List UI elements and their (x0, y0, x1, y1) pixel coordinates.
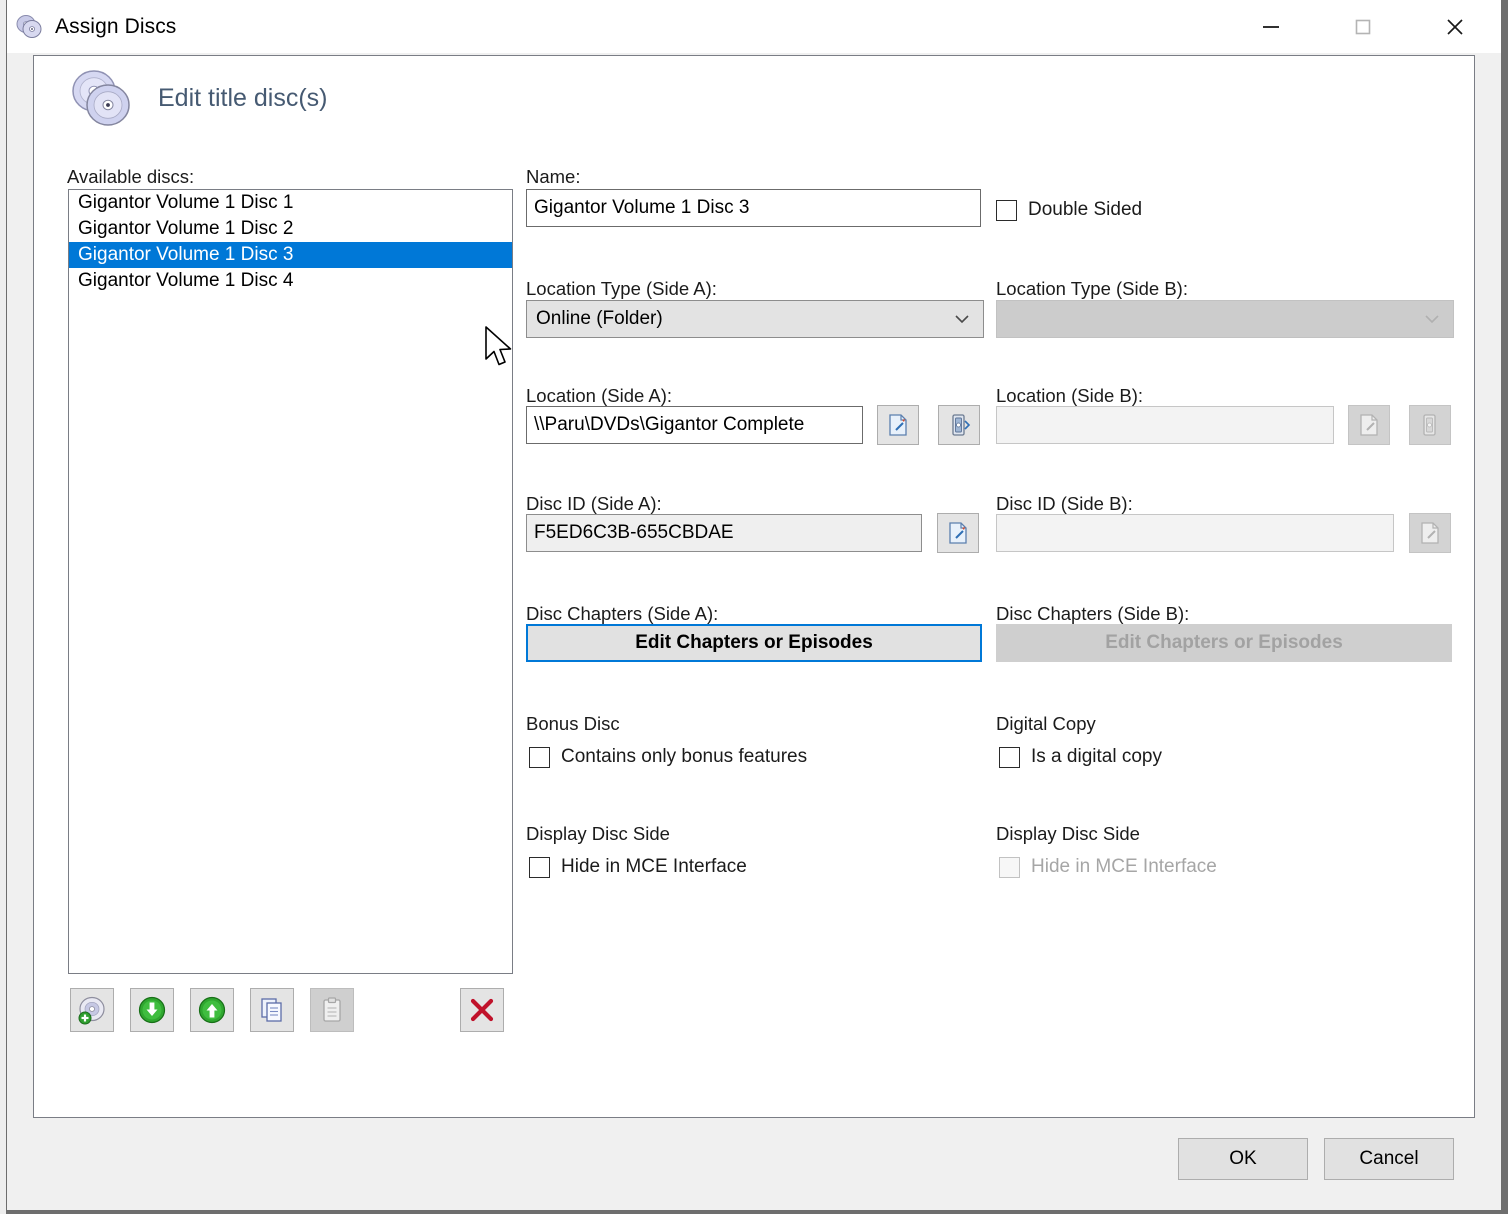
hide-mce-b-label: Hide in MCE Interface (1031, 856, 1217, 877)
edit-chapters-a-button[interactable]: Edit Chapters or Episodes (526, 624, 982, 662)
page-title: Edit title disc(s) (158, 83, 328, 112)
read-disc-id-a-button[interactable] (937, 513, 979, 553)
location-type-b-select (996, 300, 1454, 338)
disc-id-a-label: Disc ID (Side A): (526, 493, 662, 514)
bonus-disc-label: Bonus Disc (526, 713, 620, 734)
two-discs-icon (72, 70, 130, 126)
paste-button (310, 988, 354, 1032)
chapters-a-label: Disc Chapters (Side A): (526, 603, 719, 624)
browse-location-a-button[interactable] (877, 405, 919, 445)
disc-drive-icon (952, 414, 971, 436)
hide-mce-b-checkbox (999, 856, 1020, 878)
name-input[interactable]: Gigantor Volume 1 Disc 3 (526, 189, 981, 227)
list-item[interactable]: Gigantor Volume 1 Disc 4 (69, 268, 512, 294)
hide-mce-a-checkbox-row[interactable]: Hide in MCE Interface (529, 856, 747, 878)
location-type-a-label: Location Type (Side A): (526, 278, 717, 299)
arrow-up-circle-icon (198, 996, 226, 1024)
chapters-b-label: Disc Chapters (Side B): (996, 603, 1190, 624)
double-sided-checkbox-row[interactable]: Double Sided (996, 199, 1142, 221)
dialog-body: Edit title disc(s) Available discs: Giga… (7, 53, 1501, 1210)
panel-header: Edit title disc(s) (68, 64, 327, 132)
digital-copy-label: Digital Copy (996, 713, 1096, 734)
browse-folder-icon (949, 522, 967, 544)
disc-id-b-input (996, 514, 1394, 552)
arrow-down-circle-icon (138, 996, 166, 1024)
ok-button[interactable]: OK (1178, 1138, 1308, 1180)
digital-copy-checkbox[interactable] (999, 746, 1020, 768)
display-disc-side-a-label: Display Disc Side (526, 823, 670, 844)
location-type-a-select[interactable]: Online (Folder) (526, 300, 984, 338)
maximize-button[interactable] (1317, 0, 1409, 53)
window-title: Assign Discs (55, 14, 177, 38)
location-type-a-value: Online (Folder) (536, 308, 663, 329)
disc-id-a-input[interactable]: F5ED6C3B-655CBDAE (526, 514, 922, 552)
location-b-input (996, 406, 1334, 444)
main-panel: Edit title disc(s) Available discs: Giga… (33, 55, 1475, 1118)
copy-button[interactable] (250, 988, 294, 1032)
move-up-button[interactable] (190, 988, 234, 1032)
close-icon (1447, 18, 1463, 35)
discs-icon (16, 14, 42, 38)
add-disc-button[interactable] (70, 988, 114, 1032)
edit-chapters-b-button: Edit Chapters or Episodes (996, 624, 1452, 662)
assign-discs-window: Assign Discs Edit title disc(s) Availabl… (6, 0, 1502, 1211)
hide-mce-a-label: Hide in MCE Interface (561, 856, 747, 877)
double-sided-label: Double Sided (1028, 199, 1143, 220)
maximize-icon (1355, 19, 1371, 34)
chevron-down-icon (953, 301, 971, 337)
list-item[interactable]: Gigantor Volume 1 Disc 3 (69, 242, 512, 268)
list-item[interactable]: Gigantor Volume 1 Disc 2 (69, 216, 512, 242)
minimize-button[interactable] (1225, 0, 1317, 53)
list-item[interactable]: Gigantor Volume 1 Disc 1 (69, 190, 512, 216)
delete-button[interactable] (460, 988, 504, 1032)
cancel-button[interactable]: Cancel (1324, 1138, 1454, 1180)
clipboard-paste-icon (323, 997, 341, 1022)
browse-folder-icon (889, 414, 907, 436)
bonus-features-label: Contains only bonus features (561, 746, 808, 767)
read-disc-id-b-button (1409, 513, 1451, 553)
scan-location-b-button (1409, 405, 1451, 445)
move-down-button[interactable] (130, 988, 174, 1032)
red-x-icon (470, 998, 494, 1022)
browse-location-b-button (1348, 405, 1390, 445)
disc-add-icon (78, 996, 105, 1025)
location-a-label: Location (Side A): (526, 385, 673, 406)
display-disc-side-b-label: Display Disc Side (996, 823, 1140, 844)
bonus-features-checkbox[interactable] (529, 746, 550, 768)
bonus-features-checkbox-row[interactable]: Contains only bonus features (529, 746, 807, 768)
available-discs-listbox[interactable]: Gigantor Volume 1 Disc 1 Gigantor Volume… (68, 189, 513, 974)
available-discs-label: Available discs: (67, 166, 195, 187)
hide-mce-a-checkbox[interactable] (529, 856, 550, 878)
title-bar: Assign Discs (7, 0, 1501, 53)
hide-mce-b-checkbox-row: Hide in MCE Interface (999, 856, 1217, 878)
disc-drive-icon (1423, 414, 1436, 436)
disc-toolbar (70, 988, 520, 1032)
minimize-icon (1263, 25, 1279, 28)
disc-id-b-label: Disc ID (Side B): (996, 493, 1133, 514)
digital-copy-check-label: Is a digital copy (1031, 746, 1162, 767)
digital-copy-checkbox-row[interactable]: Is a digital copy (999, 746, 1162, 768)
name-label: Name: (526, 166, 581, 187)
browse-folder-icon (1421, 522, 1439, 544)
double-sided-checkbox[interactable] (996, 199, 1017, 221)
chevron-down-icon (1423, 301, 1441, 337)
scan-location-a-button[interactable] (938, 405, 980, 445)
window-controls (1225, 0, 1501, 53)
location-a-input[interactable]: \\Paru\DVDs\Gigantor Complete (526, 406, 863, 444)
close-button[interactable] (1409, 0, 1501, 53)
browse-folder-icon (1360, 414, 1378, 436)
location-b-label: Location (Side B): (996, 385, 1144, 406)
location-type-b-label: Location Type (Side B): (996, 278, 1188, 299)
copy-pages-icon (261, 998, 282, 1022)
